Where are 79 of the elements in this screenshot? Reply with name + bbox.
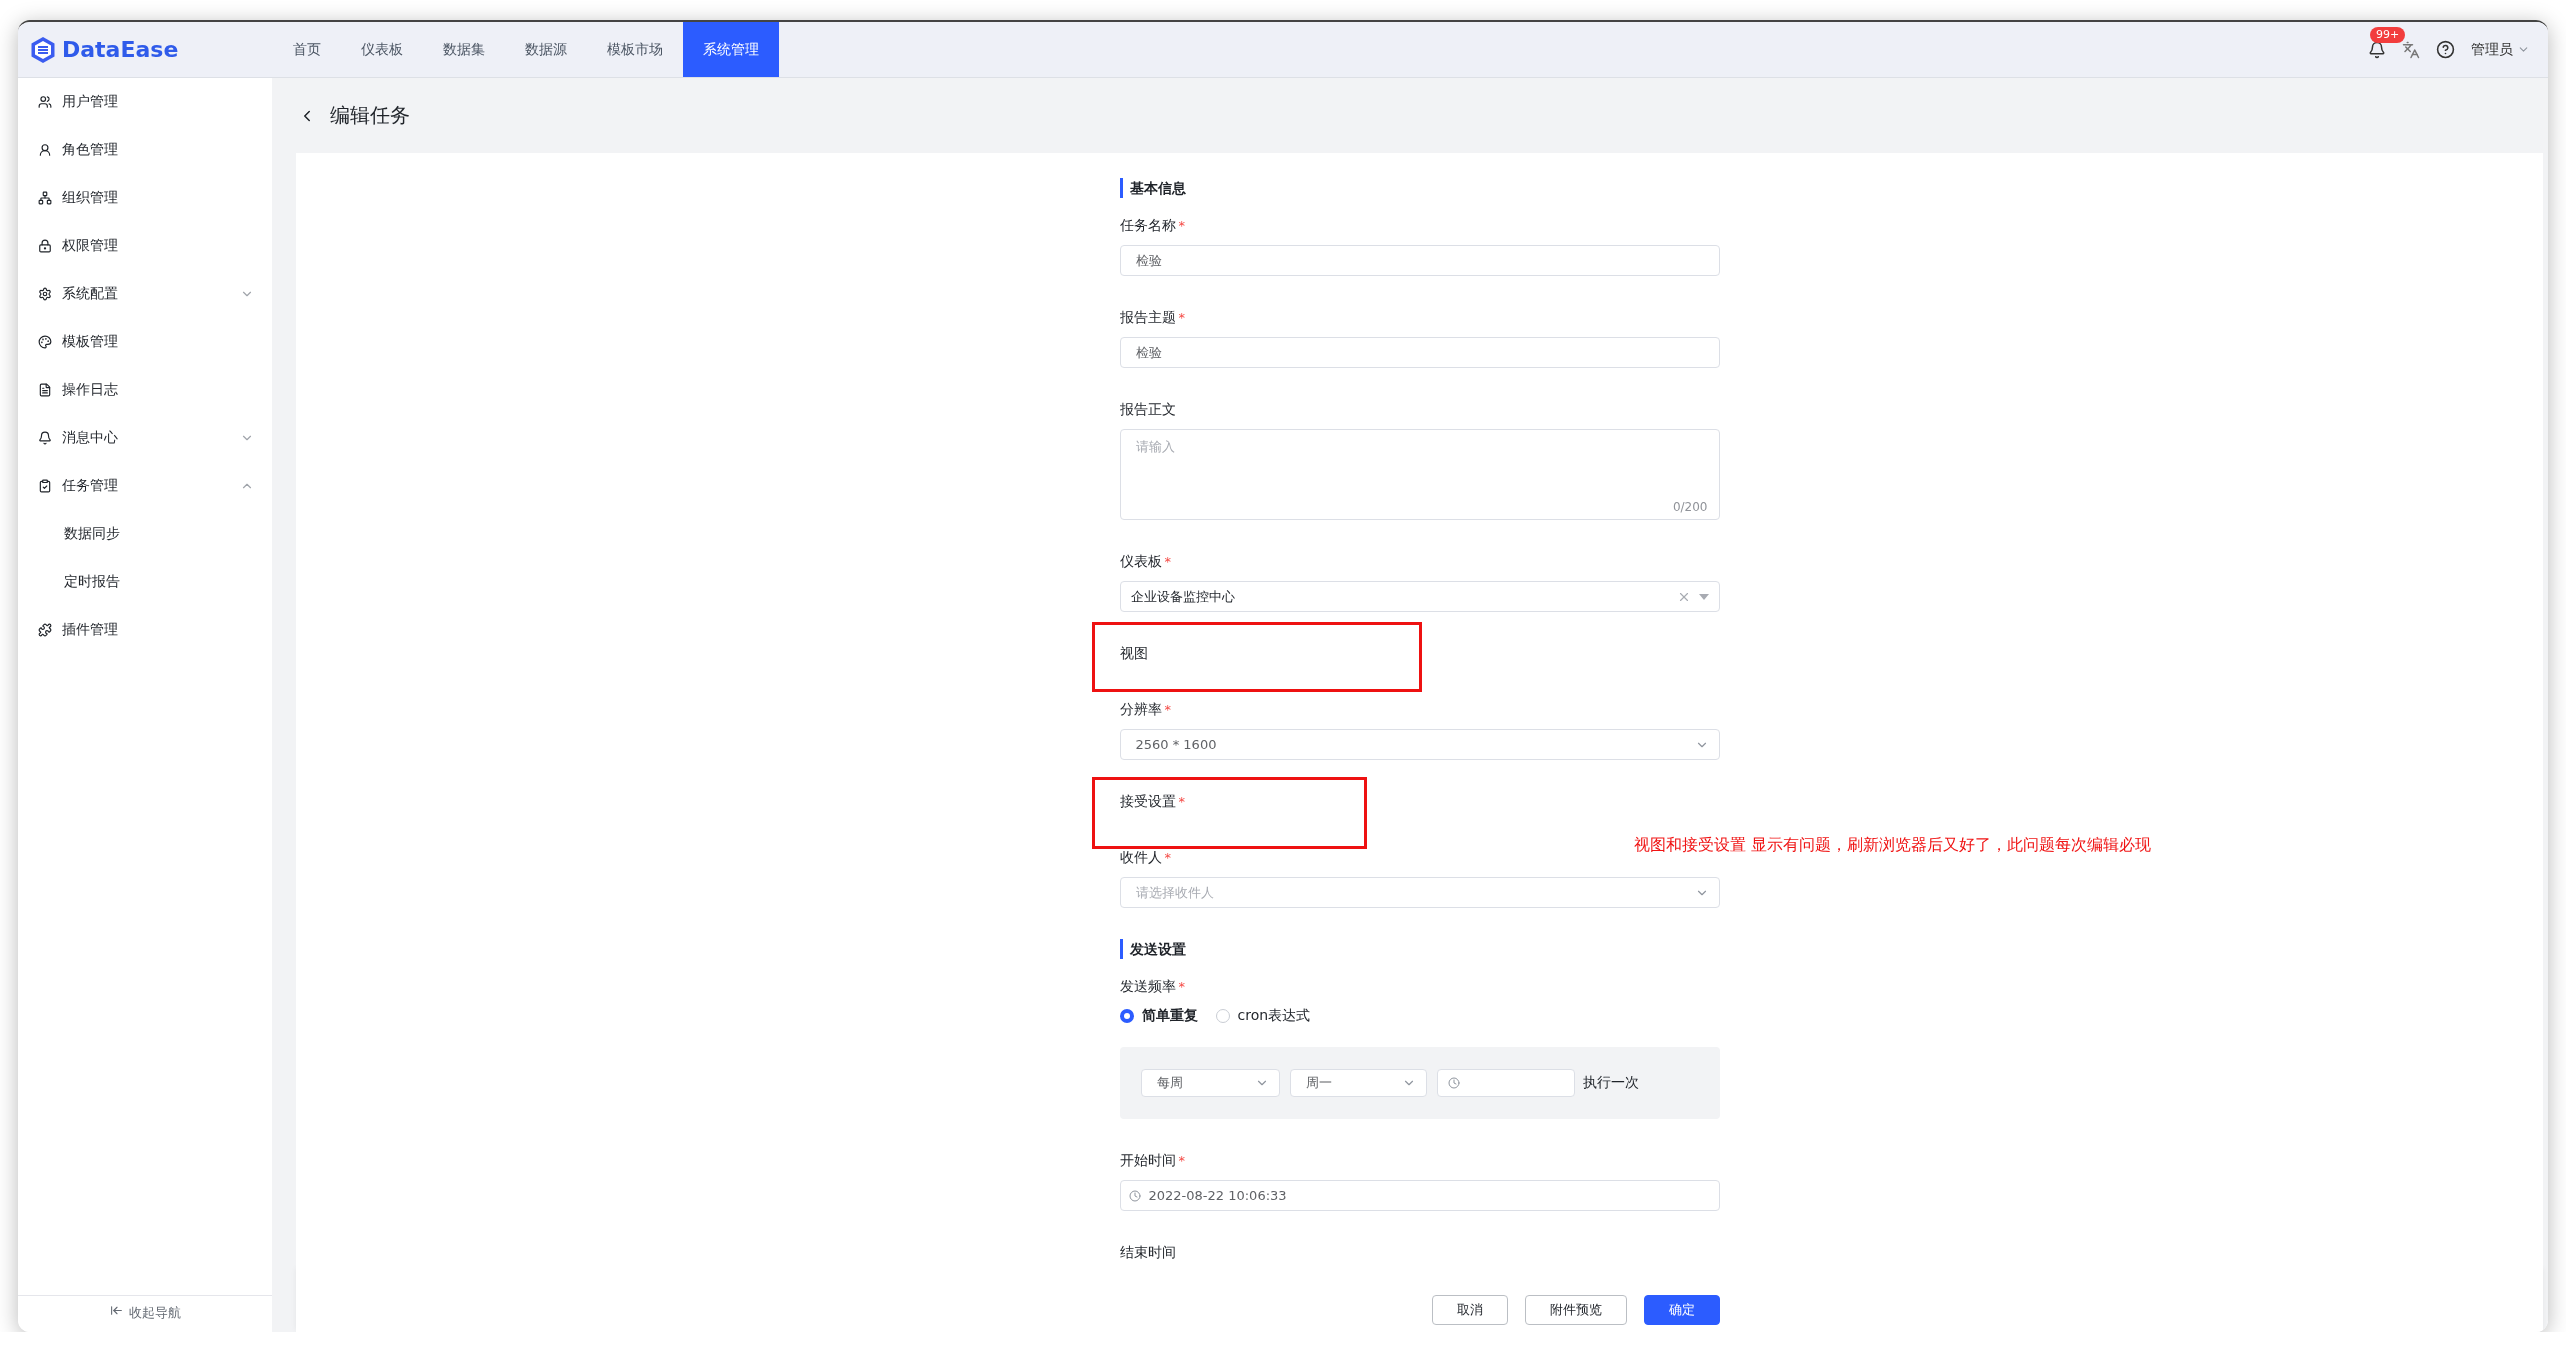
field-label: 报告正文 — [1119, 400, 1176, 419]
logo-icon — [30, 35, 56, 64]
select-field[interactable]: 企业设备监控中心 — [1119, 581, 1720, 612]
char-counter: 0/200 — [1672, 500, 1708, 514]
sidebar-item[interactable]: 组织管理 — [18, 174, 272, 222]
document-icon — [38, 383, 52, 397]
action-button[interactable]: 附件预览 — [1524, 1295, 1627, 1325]
action-button[interactable]: 确定 — [1643, 1295, 1720, 1325]
field-label: 发送频率 — [1119, 977, 1176, 996]
lock-icon — [38, 239, 52, 253]
field-label: 收件人 — [1119, 848, 1162, 867]
field-label: 报告主题 — [1119, 308, 1176, 327]
nav-tab[interactable]: 数据源 — [505, 22, 587, 77]
puzzle-icon — [38, 623, 52, 637]
clipboard-check-icon — [38, 479, 52, 493]
time-field[interactable] — [1436, 1069, 1575, 1097]
select-field[interactable]: 2560 * 1600 — [1119, 729, 1720, 760]
date-field[interactable]: 2022-08-22 10:06:33 — [1119, 1180, 1720, 1211]
bell-icon[interactable] — [2368, 40, 2386, 59]
field-label: 仪表板 — [1119, 552, 1162, 571]
field-label: 接受设置 — [1119, 792, 1176, 811]
logo-text: DataEase — [62, 37, 179, 62]
nav-tab[interactable]: 首页 — [273, 22, 341, 77]
sidebar-item[interactable]: 用户管理 — [18, 78, 272, 126]
radio-option[interactable]: cron表达式 — [1215, 1007, 1311, 1025]
user-menu[interactable]: 管理员 — [2471, 40, 2530, 59]
radio-option[interactable]: 简单重复 — [1119, 1007, 1198, 1025]
field-label: 视图 — [1119, 644, 1148, 663]
nav-tab[interactable]: 系统管理 — [683, 22, 779, 77]
sidebar-item[interactable]: 插件管理 — [18, 606, 272, 654]
nav-tab[interactable]: 仪表板 — [341, 22, 423, 77]
sidebar-item[interactable]: 操作日志 — [18, 366, 272, 414]
radio-button[interactable] — [1119, 1009, 1134, 1023]
network-icon — [38, 191, 52, 205]
notification-badge: 99+ — [2370, 26, 2406, 43]
sidebar-item[interactable]: 角色管理 — [18, 126, 272, 174]
sidebar-item[interactable]: 消息中心 — [18, 414, 272, 462]
page-title: 编辑任务 — [330, 102, 410, 129]
sidebar-item[interactable]: 权限管理 — [18, 222, 272, 270]
nav-tab[interactable]: 数据集 — [423, 22, 505, 77]
users-icon — [38, 95, 52, 109]
period-select[interactable]: 每周 — [1140, 1069, 1280, 1097]
schedule-suffix: 执行一次 — [1582, 1074, 1639, 1092]
sidebar-subitem[interactable]: 数据同步 — [18, 510, 272, 558]
caret-icon — [1698, 593, 1709, 600]
field-label: 结束时间 — [1119, 1243, 1176, 1262]
required-mark: * — [1178, 217, 1185, 233]
action-button[interactable]: 取消 — [1431, 1295, 1508, 1325]
collapse-nav-link[interactable]: 收起导航 — [109, 1304, 181, 1332]
text-field[interactable]: 检验 — [1119, 337, 1720, 368]
required-mark: * — [1164, 701, 1171, 717]
sidebar-subitem[interactable]: 定时报告 — [18, 558, 272, 606]
section-title: 发送设置 — [1119, 939, 1720, 959]
text-field[interactable]: 检验 — [1119, 245, 1720, 276]
field-label: 开始时间 — [1119, 1151, 1176, 1170]
clock-icon — [1447, 1077, 1460, 1089]
sidebar-item[interactable]: 任务管理 — [18, 462, 272, 510]
required-mark: * — [1178, 1152, 1185, 1168]
section-title: 基本信息 — [1119, 178, 1720, 198]
gear-icon — [38, 287, 52, 301]
translate-icon[interactable] — [2402, 40, 2420, 59]
user-icon — [38, 143, 52, 157]
required-mark: * — [1178, 309, 1185, 325]
sidebar-item[interactable]: 系统配置 — [18, 270, 272, 318]
day-select[interactable]: 周一 — [1289, 1069, 1427, 1097]
bell-icon — [38, 431, 52, 445]
required-mark: * — [1164, 849, 1171, 865]
required-mark: * — [1178, 978, 1185, 994]
field-label: 分辨率 — [1119, 700, 1162, 719]
palette-icon — [38, 335, 52, 349]
clock-icon — [1128, 1189, 1141, 1202]
collapse-icon — [109, 1304, 123, 1317]
field-label: 任务名称 — [1119, 216, 1176, 235]
required-mark: * — [1164, 553, 1171, 569]
required-mark: * — [1178, 793, 1185, 809]
help-icon[interactable] — [2436, 40, 2455, 59]
sidebar-item[interactable]: 模板管理 — [18, 318, 272, 366]
annotation-note: 视图和接受设置 显示有问题，刷新浏览器后又好了，此问题每次编辑必现 — [1634, 835, 2152, 856]
nav-tab[interactable]: 模板市场 — [587, 22, 683, 77]
